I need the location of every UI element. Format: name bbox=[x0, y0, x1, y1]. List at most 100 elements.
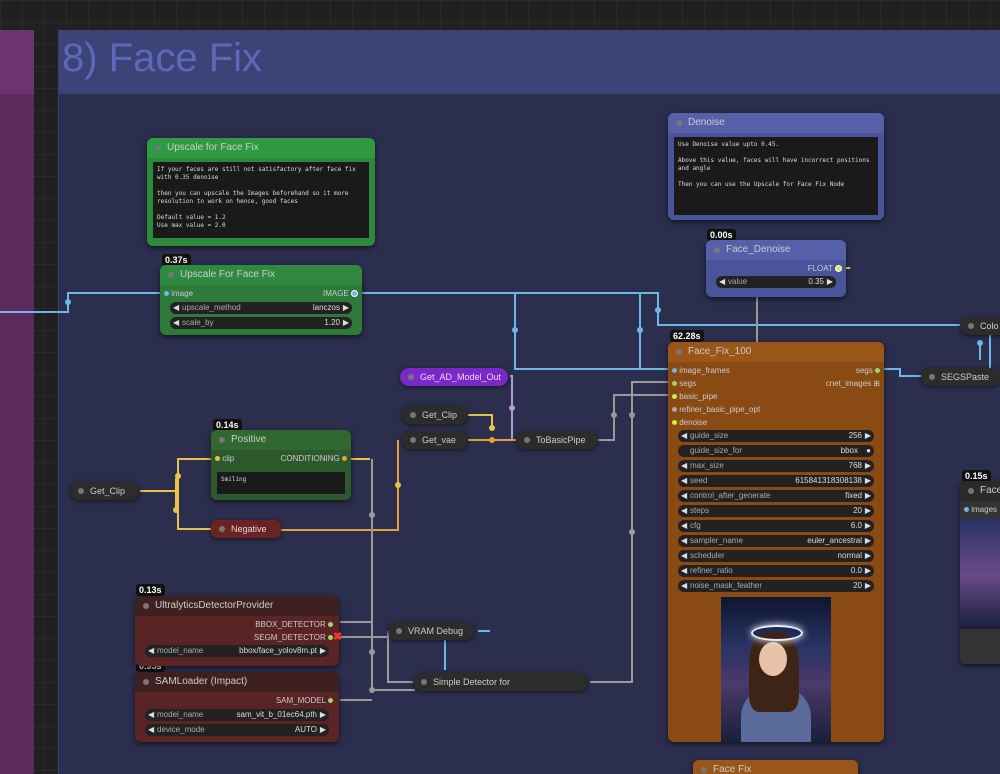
output-sam-model[interactable]: SAM_MODEL bbox=[276, 696, 333, 705]
arrow-right-icon[interactable]: ▶ bbox=[865, 430, 871, 442]
input-dot[interactable] bbox=[672, 407, 677, 413]
widget-scheduler[interactable]: ◀ scheduler normal ▶ bbox=[678, 550, 874, 562]
node-simple-detector[interactable]: Simple Detector for bbox=[413, 673, 588, 691]
node-right-face[interactable]: Face images bbox=[960, 481, 1000, 664]
arrow-right-icon[interactable]: ▶ bbox=[865, 460, 871, 472]
positive-prompt-text[interactable]: Smiling bbox=[217, 472, 345, 494]
arrow-left-icon[interactable]: ◀ bbox=[681, 565, 687, 577]
input-image-frames[interactable]: image_frames bbox=[672, 366, 730, 375]
node-positive[interactable]: Positive clip CONDITIONING Smiling bbox=[211, 430, 351, 500]
input-dot[interactable] bbox=[672, 368, 677, 374]
input-image-dot[interactable] bbox=[164, 291, 169, 297]
input-dot[interactable] bbox=[672, 420, 677, 426]
widget-guide-size[interactable]: ◀ guide_size 256 ▶ bbox=[678, 430, 874, 442]
note-upscale[interactable]: Upscale for Face Fix If your faces are s… bbox=[147, 138, 375, 246]
node-get-vae[interactable]: Get_vae bbox=[402, 431, 468, 449]
arrow-right-icon[interactable]: ▶ bbox=[865, 580, 871, 592]
input-basic-pipe[interactable]: basic_pipe bbox=[672, 392, 717, 401]
node-to-basic-pipe[interactable]: ToBasicPipe bbox=[516, 431, 598, 449]
widget-guide-size-for[interactable]: guide_size_for bbox ● bbox=[678, 445, 874, 457]
grid-icon[interactable]: ⊞ bbox=[873, 379, 880, 388]
arrow-left-icon[interactable]: ◀ bbox=[173, 302, 179, 314]
node-negative[interactable]: Negative bbox=[211, 520, 281, 538]
node-ultralytics[interactable]: UltralyticsDetectorProvider BBOX_DETECTO… bbox=[135, 596, 339, 666]
input-denoise[interactable]: denoise bbox=[672, 418, 707, 427]
note-denoise-text[interactable]: Use Denoise value upto 0.45. Above this … bbox=[674, 137, 878, 215]
arrow-right-icon[interactable]: ▶ bbox=[865, 490, 871, 502]
widget-noise-mask-feather[interactable]: ◀ noise_mask_feather 20 ▶ bbox=[678, 580, 874, 592]
node-segs-paste[interactable]: SEGSPaste bbox=[921, 368, 1000, 386]
node-samloader-header[interactable]: SAMLoader (Impact) bbox=[135, 672, 339, 692]
arrow-left-icon[interactable]: ◀ bbox=[148, 645, 154, 657]
node-face-denoise[interactable]: Face_Denoise FLOAT ◀ value 0.35 ▶ bbox=[706, 240, 846, 297]
output-bbox-dot[interactable] bbox=[328, 622, 333, 628]
arrow-right-icon[interactable]: ▶ bbox=[865, 475, 871, 487]
arrow-left-icon[interactable]: ◀ bbox=[148, 709, 154, 721]
node-upscale-header[interactable]: Upscale For Face Fix bbox=[160, 265, 362, 285]
node-ultralytics-header[interactable]: UltralyticsDetectorProvider bbox=[135, 596, 339, 616]
arrow-right-icon[interactable]: ▶ bbox=[320, 709, 326, 721]
input-refiner-basic-pipe[interactable]: refiner_basic_pipe_opt bbox=[672, 405, 760, 414]
arrow-right-icon[interactable]: ▶ bbox=[865, 565, 871, 577]
arrow-right-icon[interactable]: ▶ bbox=[320, 645, 326, 657]
arrow-right-icon[interactable]: ▶ bbox=[865, 550, 871, 562]
node-bottom-header[interactable]: Face Fix bbox=[693, 760, 858, 774]
output-dot[interactable] bbox=[875, 368, 880, 374]
widget-control-after-generate[interactable]: ◀ control_after_generate fixed ▶ bbox=[678, 490, 874, 502]
output-bbox-detector[interactable]: BBOX_DETECTOR bbox=[255, 620, 333, 629]
node-get-clip-left[interactable]: Get_Clip bbox=[70, 482, 140, 500]
note-upscale-header[interactable]: Upscale for Face Fix bbox=[147, 138, 375, 158]
output-segm-detector[interactable]: SEGM_DETECTOR bbox=[254, 633, 333, 642]
input-clip[interactable]: clip bbox=[215, 454, 234, 463]
node-samloader[interactable]: SAMLoader (Impact) SAM_MODEL ◀ model_name… bbox=[135, 672, 339, 742]
input-segs[interactable]: segs bbox=[672, 379, 696, 388]
note-upscale-text[interactable]: If your faces are still not satisfactory… bbox=[153, 162, 369, 238]
node-right-header[interactable]: Face bbox=[960, 481, 1000, 501]
note-denoise-header[interactable]: Denoise bbox=[668, 113, 884, 133]
right-preview-image[interactable] bbox=[960, 519, 1000, 629]
node-positive-header[interactable]: Positive bbox=[211, 430, 351, 450]
widget-sam-model-name[interactable]: ◀ model_name sam_vit_b_01ec64.pth ▶ bbox=[145, 709, 329, 721]
widget-max-size[interactable]: ◀ max_size 768 ▶ bbox=[678, 460, 874, 472]
output-conditioning[interactable]: CONDITIONING bbox=[281, 454, 347, 463]
input-dot[interactable] bbox=[964, 507, 969, 513]
widget-upscale-method[interactable]: ◀ upscale_method lanczos ▶ bbox=[170, 302, 352, 314]
toggle-icon[interactable]: ● bbox=[866, 445, 871, 457]
arrow-left-icon[interactable]: ◀ bbox=[681, 535, 687, 547]
arrow-left-icon[interactable]: ◀ bbox=[681, 460, 687, 472]
arrow-left-icon[interactable]: ◀ bbox=[681, 505, 687, 517]
preview-image[interactable] bbox=[721, 597, 831, 742]
output-image-dot[interactable] bbox=[351, 290, 358, 298]
widget-seed[interactable]: ◀ seed 615841318308138 ▶ bbox=[678, 475, 874, 487]
widget-refiner-ratio[interactable]: ◀ refiner_ratio 0.0 ▶ bbox=[678, 565, 874, 577]
arrow-right-icon[interactable]: ▶ bbox=[865, 535, 871, 547]
node-upscale-for-face-fix[interactable]: Upscale For Face Fix image IMAGE ◀ upscal… bbox=[160, 265, 362, 335]
arrow-right-icon[interactable]: ▶ bbox=[827, 276, 833, 288]
arrow-left-icon[interactable]: ◀ bbox=[681, 550, 687, 562]
widget-value[interactable]: ◀ value 0.35 ▶ bbox=[716, 276, 836, 288]
arrow-left-icon[interactable]: ◀ bbox=[681, 520, 687, 532]
widget-steps[interactable]: ◀ steps 20 ▶ bbox=[678, 505, 874, 517]
arrow-right-icon[interactable]: ▶ bbox=[865, 520, 871, 532]
input-dot[interactable] bbox=[672, 394, 677, 400]
node-facefix-header[interactable]: Face_Fix_100 bbox=[668, 342, 884, 362]
node-get-ad-model-out[interactable]: Get_AD_Model_Out bbox=[400, 368, 508, 386]
node-get-clip[interactable]: Get_Clip bbox=[402, 406, 468, 424]
output-float-dot[interactable] bbox=[835, 265, 842, 273]
arrow-right-icon[interactable]: ▶ bbox=[343, 302, 349, 314]
arrow-left-icon[interactable]: ◀ bbox=[681, 475, 687, 487]
input-clip-dot[interactable] bbox=[215, 456, 220, 462]
arrow-left-icon[interactable]: ◀ bbox=[681, 580, 687, 592]
widget-cfg[interactable]: ◀ cfg 6.0 ▶ bbox=[678, 520, 874, 532]
output-cnet-images[interactable]: cnet_images ⊞ bbox=[826, 379, 880, 388]
widget-scale-by[interactable]: ◀ scale_by 1.20 ▶ bbox=[170, 317, 352, 329]
input-dot[interactable] bbox=[672, 381, 677, 387]
output-segs[interactable]: segs bbox=[856, 366, 880, 375]
arrow-right-icon[interactable]: ▶ bbox=[343, 317, 349, 329]
widget-sampler-name[interactable]: ◀ sampler_name euler_ancestral ▶ bbox=[678, 535, 874, 547]
arrow-left-icon[interactable]: ◀ bbox=[681, 430, 687, 442]
widget-device-mode[interactable]: ◀ device_mode AUTO ▶ bbox=[145, 724, 329, 736]
output-float[interactable]: FLOAT bbox=[808, 264, 842, 273]
arrow-left-icon[interactable]: ◀ bbox=[681, 490, 687, 502]
output-image[interactable]: IMAGE bbox=[323, 289, 358, 298]
